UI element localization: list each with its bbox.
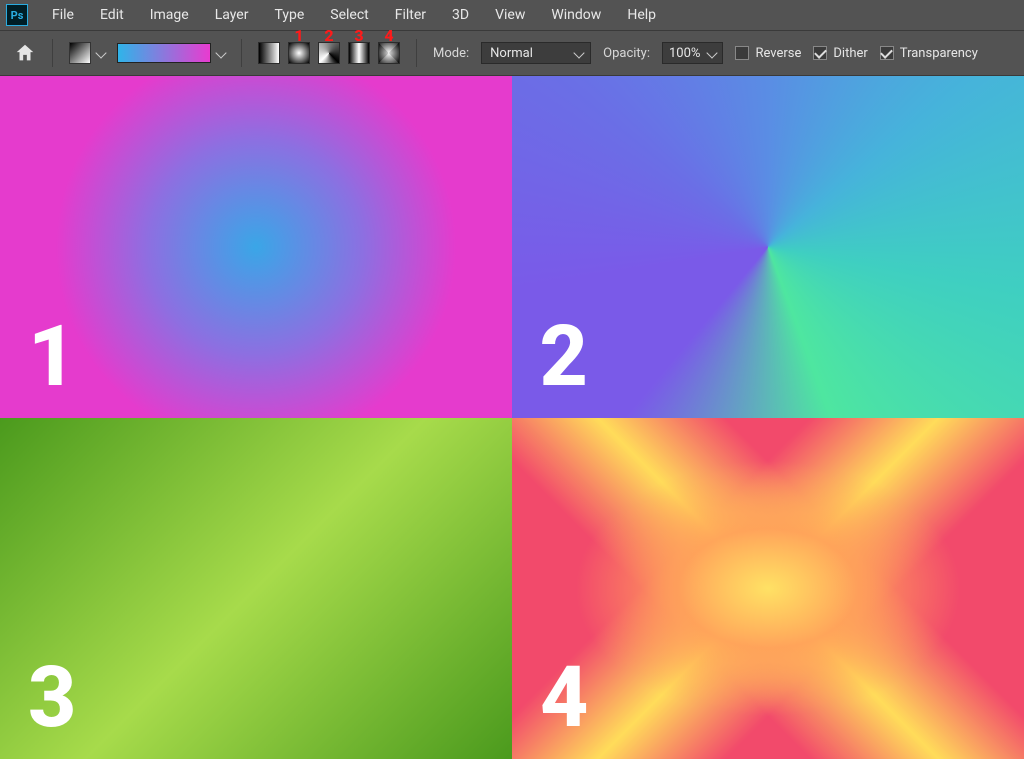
gradient-type-group: 1 2 3 4: [258, 42, 400, 64]
opacity-input[interactable]: 100%: [662, 42, 723, 64]
example-diamond-gradient: 4: [512, 418, 1024, 759]
reverse-checkbox-label: Reverse: [755, 46, 801, 61]
tool-preset-swatch-icon: [69, 42, 91, 64]
menu-view[interactable]: View: [483, 3, 537, 27]
reverse-checkbox[interactable]: Reverse: [735, 46, 801, 61]
mode-value: Normal: [490, 46, 533, 61]
dither-checkbox[interactable]: Dither: [813, 46, 867, 61]
gradient-type-reflected-button[interactable]: 3: [348, 42, 370, 64]
transparency-checkbox[interactable]: Transparency: [880, 46, 978, 61]
separator: [416, 39, 417, 67]
annotation-number: 4: [384, 26, 393, 45]
annotation-number: 1: [294, 26, 303, 45]
dither-checkbox-label: Dither: [833, 46, 867, 61]
example-reflected-gradient: 3: [0, 418, 512, 759]
transparency-checkbox-label: Transparency: [900, 46, 978, 61]
checkbox-icon: [735, 46, 749, 60]
menu-3d[interactable]: 3D: [440, 3, 481, 27]
gradient-type-radial-button[interactable]: 1: [288, 42, 310, 64]
separator: [52, 39, 53, 67]
annotation-number: 3: [354, 26, 363, 45]
chevron-down-icon: [95, 47, 106, 58]
app-logo-icon: Ps: [6, 4, 28, 26]
menu-window[interactable]: Window: [539, 3, 613, 27]
gradient-type-linear-button[interactable]: [258, 42, 280, 64]
gradient-picker[interactable]: [117, 43, 225, 63]
quadrant-label: 4: [540, 648, 586, 747]
menu-filter[interactable]: Filter: [383, 3, 438, 27]
example-radial-gradient: 1: [0, 76, 512, 418]
canvas-area[interactable]: 1 2 3 4: [0, 76, 1024, 759]
mode-dropdown[interactable]: Normal: [481, 42, 591, 64]
example-angle-gradient: 2: [512, 76, 1024, 418]
quadrant-label: 3: [28, 648, 74, 747]
home-icon[interactable]: [14, 42, 36, 64]
menu-edit[interactable]: Edit: [88, 3, 136, 27]
gradient-type-angle-button[interactable]: 2: [318, 42, 340, 64]
gradient-preview-swatch-icon: [117, 43, 211, 63]
gradient-type-diamond-button[interactable]: 4: [378, 42, 400, 64]
mode-label: Mode:: [433, 46, 469, 61]
options-bar: 1 2 3 4 Mode: Normal Opacity: 100% Rever…: [0, 30, 1024, 76]
menu-image[interactable]: Image: [138, 3, 201, 27]
menu-type[interactable]: Type: [262, 3, 316, 27]
diamond-gradient-core: [512, 418, 1024, 759]
menu-select[interactable]: Select: [318, 3, 380, 27]
opacity-label: Opacity:: [603, 46, 650, 61]
chevron-down-icon: [215, 47, 226, 58]
chevron-down-icon: [707, 47, 718, 58]
opacity-value: 100%: [669, 46, 700, 61]
separator: [241, 39, 242, 67]
quadrant-label: 1: [28, 307, 74, 406]
menu-bar: Ps File Edit Image Layer Type Select Fil…: [0, 0, 1024, 30]
menu-layer[interactable]: Layer: [203, 3, 261, 27]
quadrant-label: 2: [540, 307, 586, 406]
annotation-number: 2: [324, 26, 333, 45]
tool-preset-picker[interactable]: [69, 42, 105, 64]
checkbox-icon: [813, 46, 827, 60]
checkbox-icon: [880, 46, 894, 60]
menu-file[interactable]: File: [40, 3, 86, 27]
menu-help[interactable]: Help: [615, 3, 668, 27]
chevron-down-icon: [573, 47, 584, 58]
